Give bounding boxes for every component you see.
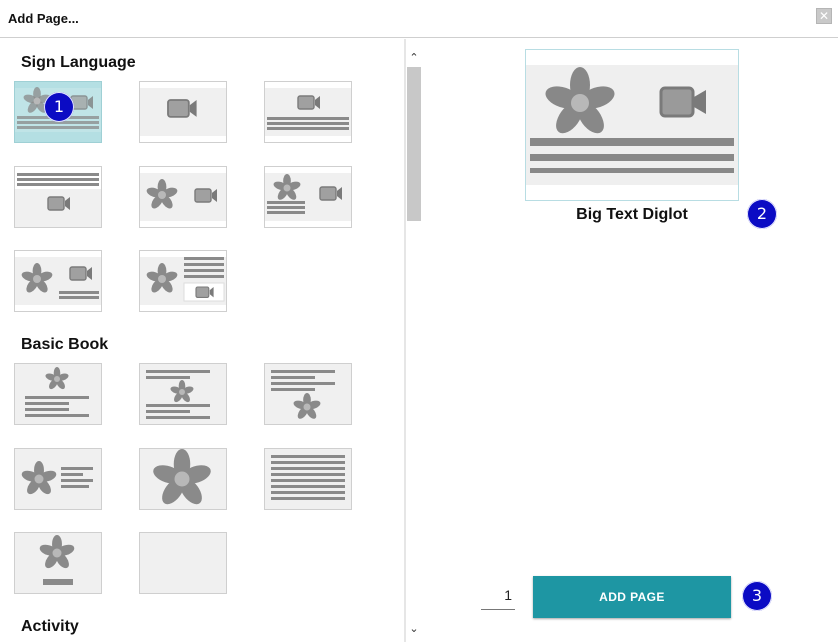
template-thumbnail-image [15,173,101,227]
template-thumbnail-image [15,533,101,593]
template-text-over-picture[interactable] [264,363,352,425]
template-thumbnail-image [265,88,351,136]
close-icon[interactable]: ✕ [816,8,832,24]
template-text-over-video[interactable] [14,166,102,228]
template-blank[interactable] [139,532,227,594]
template-picture-over-text[interactable] [14,363,102,425]
add-page-dialog: Add Page... ✕ Sign Language Basic Book A… [0,0,838,642]
template-just-picture[interactable] [139,448,227,510]
section-title-basic-book: Basic Book [21,336,109,353]
callout-badge-3: 3 [742,581,772,611]
scrollbar-thumb[interactable] [407,67,421,221]
template-just-text[interactable] [264,448,352,510]
template-thumbnail-image [265,364,351,424]
template-thumbnail-image [140,533,226,593]
scroll-up-arrow-icon[interactable]: ⌃ [406,51,422,65]
template-thumbnail-image [15,449,101,509]
template-picture-text-video-split[interactable] [139,250,227,312]
callout-badge-2: 2 [747,199,777,229]
add-page-button[interactable]: ADD PAGE [533,576,731,618]
template-picture-video[interactable] [139,166,227,228]
dialog-titlebar: Add Page... ✕ [0,0,838,38]
template-picture-text-video[interactable] [264,166,352,228]
scroll-down-arrow-icon[interactable]: ⌄ [406,622,422,636]
dialog-title: Add Page... [8,11,79,26]
template-list-pane[interactable]: Sign Language Basic Book Activity [0,39,404,642]
template-video-over-text[interactable] [264,81,352,143]
template-text-picture-text[interactable] [139,363,227,425]
template-thumbnail-image [140,449,226,509]
template-thumbnail-image [15,364,101,424]
template-preview [525,49,739,201]
template-picture-video-small-text[interactable] [14,250,102,312]
page-count-input[interactable]: 1 [481,584,515,610]
template-picture-beside-text[interactable] [14,448,102,510]
template-list-scrollbar[interactable]: ⌃ ⌄ [406,49,422,642]
template-video-only[interactable] [139,81,227,143]
preview-image [526,65,738,185]
template-thumbnail-image [265,173,351,221]
template-thumbnail-image [265,449,351,509]
template-thumbnail-image [15,257,101,305]
template-thumbnail-image [140,257,226,305]
callout-badge-1: 1 [44,92,74,122]
template-thumbnail-image [140,364,226,424]
template-thumbnail-image [140,173,226,221]
template-thumbnail-image [140,88,226,136]
section-title-activity: Activity [21,618,79,635]
section-title-sign-language: Sign Language [21,54,136,71]
preview-template-name: Big Text Diglot [576,206,688,223]
template-picture-and-caption[interactable] [14,532,102,594]
